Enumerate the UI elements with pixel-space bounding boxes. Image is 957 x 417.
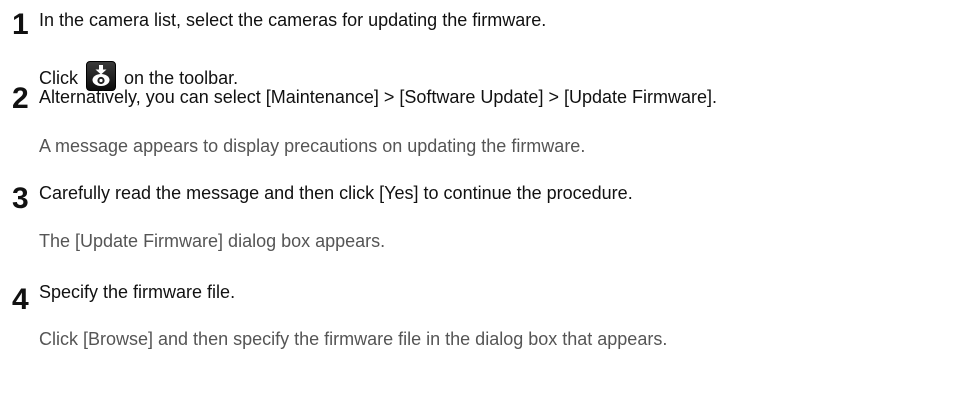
step-4-number: 4: [12, 283, 29, 316]
step-4-result: Click [Browse] and then specify the firm…: [39, 329, 668, 349]
step-2-instruction-before: Click: [39, 68, 78, 88]
step-1-number: 1: [12, 8, 29, 41]
step-2-alternative: Alternatively, you can select [Maintenan…: [39, 87, 717, 107]
step-3-instruction: Carefully read the message and then clic…: [39, 183, 633, 203]
step-4-instruction: Specify the firmware file.: [39, 282, 236, 302]
step-2-number: 2: [12, 82, 29, 115]
step-2-instruction-after: on the toolbar.: [124, 68, 239, 88]
step-3-number: 3: [12, 182, 29, 215]
step-3-result: The [Update Firmware] dialog box appears…: [39, 231, 386, 251]
step-1-instruction: In the camera list, select the cameras f…: [39, 10, 547, 30]
step-2-result: A message appears to display precautions…: [39, 136, 586, 156]
